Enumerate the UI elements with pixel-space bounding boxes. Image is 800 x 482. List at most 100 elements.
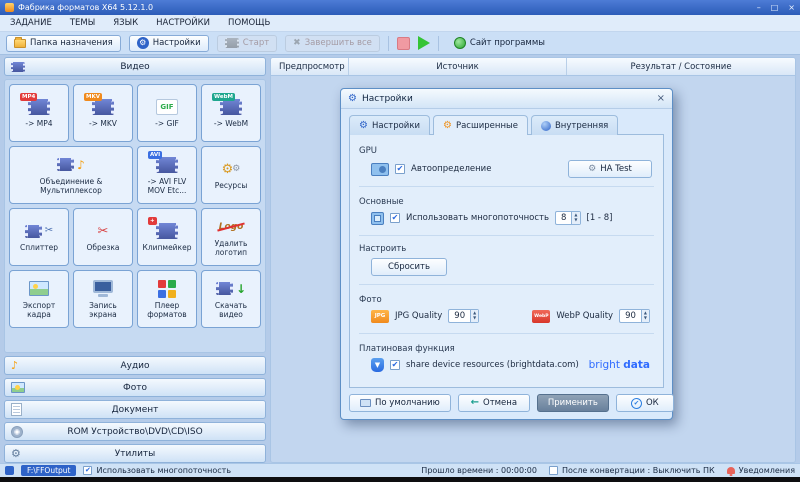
titlebar: Фабрика форматов X64 5.12.1.0 – □ × xyxy=(0,0,800,15)
section-label: Видео xyxy=(120,61,150,72)
tool-label: Скачать видео xyxy=(214,300,248,319)
tool-label: Обрезка xyxy=(86,243,120,253)
tool-format-player[interactable]: Плеер форматов xyxy=(137,270,197,328)
jpg-file-icon: JPG xyxy=(371,309,389,323)
dialog-titlebar: ⚙ Настройки × xyxy=(341,89,672,109)
play-button[interactable] xyxy=(417,36,430,50)
output-folder-badge[interactable]: F:\FFOutput xyxy=(21,465,77,476)
menu-item-themes[interactable]: ТЕМЫ xyxy=(70,18,95,28)
finish-all-label: Завершить все xyxy=(304,38,372,48)
film-icon xyxy=(224,38,239,48)
clipmaker-icon: + xyxy=(148,217,178,241)
multithread-checkbox[interactable]: ✔ xyxy=(83,466,93,475)
shutdown-after-convert[interactable]: После конвертации : Выключить ПК xyxy=(548,466,715,475)
tool-clipmaker[interactable]: + Клипмейкер xyxy=(137,208,197,266)
dialog-tabs: ⚙ Настройки ⚙ Расширенные Внутренняя xyxy=(349,115,664,135)
column-result[interactable]: Результат / Состояние xyxy=(567,58,795,75)
avi-film-icon: AVI xyxy=(148,150,178,175)
start-tasks-button[interactable]: Старт xyxy=(216,34,278,52)
apply-button[interactable]: Применить xyxy=(536,394,609,412)
minimize-button[interactable]: – xyxy=(757,3,761,12)
tool-merge-mux[interactable]: ♪ Объединение & Мультиплексор xyxy=(9,146,133,204)
check-icon: ✔ xyxy=(630,397,642,409)
tool-to-webm[interactable]: WebM -> WebM xyxy=(201,84,261,142)
shutdown-checkbox[interactable] xyxy=(548,466,558,475)
default-button[interactable]: По умолчанию xyxy=(349,394,451,412)
share-resources-checkbox[interactable]: ✔ xyxy=(390,360,400,370)
menu-item-language[interactable]: ЯЗЫК xyxy=(113,18,138,28)
logo-strike-icon: Logo xyxy=(218,221,244,232)
cancel-label: Отмена xyxy=(483,398,518,408)
tab-settings[interactable]: ⚙ Настройки xyxy=(349,115,430,135)
video-tools-grid: MP4 -> MP4 MKV -> MKV GIF -> GIF WebM ->… xyxy=(4,79,266,353)
stop-button[interactable] xyxy=(396,36,410,50)
spinner-arrows[interactable]: ▲ ▼ xyxy=(640,310,649,322)
menu-item-help[interactable]: ПОМОЩЬ xyxy=(228,18,270,28)
multithread-label: Использовать многопоточность xyxy=(96,466,232,475)
group-basic-label: Основные xyxy=(359,197,404,207)
tab-internal[interactable]: Внутренняя xyxy=(530,115,619,135)
sidebar-section-video[interactable]: Видео xyxy=(4,57,266,76)
ok-button[interactable]: ✔ ОК xyxy=(615,394,674,412)
window-title: Фабрика форматов X64 5.12.1.0 xyxy=(18,3,154,12)
menubar: ЗАДАНИЕ ТЕМЫ ЯЗЫК НАСТРОЙКИ ПОМОЩЬ xyxy=(0,15,800,32)
tab-advanced[interactable]: ⚙ Расширенные xyxy=(432,115,528,135)
tool-export-frame[interactable]: Экспорт кадра xyxy=(9,270,69,328)
multithread-checkbox[interactable]: ✔ xyxy=(390,213,400,223)
webp-quality-spinner[interactable]: 90 ▲ ▼ xyxy=(619,309,650,323)
shutdown-label: После конвертации : Выключить ПК xyxy=(561,466,715,475)
webp-quality-label: WebP Quality xyxy=(556,311,614,321)
back-arrow-icon: ← xyxy=(470,397,479,408)
threads-value: 8 xyxy=(561,213,567,223)
dialog-close-button[interactable]: × xyxy=(657,93,665,104)
column-preview[interactable]: Предпросмотр xyxy=(271,58,349,75)
spinner-arrows[interactable]: ▲ ▼ xyxy=(470,310,479,322)
group-basic: Основные ✔ Использовать многопоточность … xyxy=(359,186,654,235)
sidebar-section-document[interactable]: Документ xyxy=(4,400,266,419)
group-platinum-label: Платиновая функция xyxy=(359,344,455,354)
tool-screen-record[interactable]: Запись экрана xyxy=(73,270,133,328)
menu-item-task[interactable]: ЗАДАНИЕ xyxy=(10,18,52,28)
elapsed-time: Прошло времени : 00:00:00 xyxy=(421,466,537,475)
website-button[interactable]: Сайт программы xyxy=(447,35,552,52)
spinner-arrows[interactable]: ▲ ▼ xyxy=(571,212,580,224)
gear-icon: ⚙ xyxy=(442,120,452,131)
maximize-button[interactable]: □ xyxy=(771,3,779,12)
grid-cell xyxy=(168,279,176,288)
tool-to-mkv[interactable]: MKV -> MKV xyxy=(73,84,133,142)
tool-download-video[interactable]: ↓ Скачать видео xyxy=(201,270,261,328)
close-button[interactable]: × xyxy=(788,3,795,12)
ha-test-button[interactable]: ⚙ HA Test xyxy=(568,160,652,178)
tool-splitter[interactable]: ✂ Сплиттер xyxy=(9,208,69,266)
tool-to-avi-flv-mov[interactable]: AVI -> AVI FLV MOV Etc... xyxy=(137,146,197,204)
cancel-button[interactable]: ← Отмена xyxy=(457,394,530,412)
threads-spinner[interactable]: 8 ▲ ▼ xyxy=(555,211,581,225)
tool-label: -> MKV xyxy=(89,119,117,129)
sidebar: Видео MP4 -> MP4 MKV -> MKV GIF -> GIF W… xyxy=(4,57,266,463)
merge-icon: ♪ xyxy=(57,155,85,175)
tool-crop[interactable]: ✂ Обрезка xyxy=(73,208,133,266)
notifications-item[interactable]: Уведомления xyxy=(726,466,795,475)
tool-to-gif[interactable]: GIF -> GIF xyxy=(137,84,197,142)
sidebar-section-audio[interactable]: ♪ Аудио xyxy=(4,356,266,375)
reset-button[interactable]: Сбросить xyxy=(371,258,447,276)
autodetect-checkbox[interactable]: ✔ xyxy=(395,164,405,174)
grid-cell xyxy=(158,279,166,288)
sidebar-section-photo[interactable]: Фото xyxy=(4,378,266,397)
settings-button[interactable]: ⚙ Настройки xyxy=(128,34,209,52)
section-label: Аудио xyxy=(120,360,150,371)
jpg-quality-spinner[interactable]: 90 ▲ ▼ xyxy=(448,309,480,323)
tool-label: Плеер форматов xyxy=(147,300,187,319)
cpu-chip-icon xyxy=(371,211,384,225)
sidebar-section-rom[interactable]: ROM Устройство\DVD\CD\ISO xyxy=(4,422,266,441)
menu-item-settings[interactable]: НАСТРОЙКИ xyxy=(156,18,210,28)
share-resources-label: share device resources (brightdata.com) xyxy=(406,360,579,370)
finish-all-button[interactable]: ✖ Завершить все xyxy=(285,34,380,52)
tool-to-mp4[interactable]: MP4 -> MP4 xyxy=(9,84,69,142)
sidebar-section-utilities[interactable]: ⚙ Утилиты xyxy=(4,444,266,463)
column-source[interactable]: Источник xyxy=(349,58,567,75)
tool-remove-logo[interactable]: Logo Удалить логотип xyxy=(201,208,261,266)
tool-resources[interactable]: ⚙ ⚙ Ресурсы xyxy=(201,146,261,204)
statusbar-multithread[interactable]: ✔ Использовать многопоточность xyxy=(83,466,231,475)
dest-folder-button[interactable]: Папка назначения xyxy=(6,34,121,52)
